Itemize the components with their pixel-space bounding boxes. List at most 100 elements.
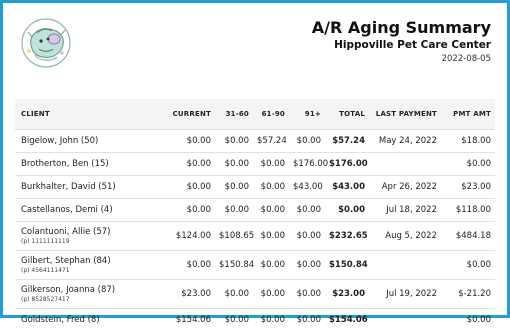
current-cell: $0.00 <box>161 199 215 222</box>
61-90-cell: $0.00 <box>253 251 289 280</box>
last-payment-cell: Aug 5, 2022 <box>369 222 441 251</box>
pmt-amt-cell: $484.18 <box>441 222 495 251</box>
91-plus-cell: $0.00 <box>289 309 325 331</box>
client-cell: Gilbert, Stephan (84)(p) 4564111471 <box>15 251 161 280</box>
total-cell: $176.00 <box>325 153 369 176</box>
column-header-current: CURRENT <box>161 99 215 130</box>
31-60-cell: $108.65 <box>215 222 253 251</box>
total-cell: $43.00 <box>325 176 369 199</box>
client-cell: Brotherton, Ben (15) <box>15 153 161 176</box>
table-row[interactable]: Gilkerson, Joanna (87)(p) 8528527417$23.… <box>15 280 495 309</box>
61-90-cell: $0.00 <box>253 222 289 251</box>
report-title: A/R Aging Summary <box>312 19 491 37</box>
91-plus-cell: $0.00 <box>289 130 325 153</box>
client-name: Brotherton, Ben (15) <box>21 159 109 169</box>
last-payment-cell: Apr 26, 2022 <box>369 176 441 199</box>
client-cell: Burkhalter, David (51) <box>15 176 161 199</box>
pmt-amt-cell: $0.00 <box>441 251 495 280</box>
client-cell: Castellanos, Demi (4) <box>15 199 161 222</box>
current-cell: $154.06 <box>161 309 215 331</box>
pmt-amt-cell: $0.00 <box>441 309 495 331</box>
client-name: Goldstein, Fred (8) <box>21 315 100 325</box>
31-60-cell: $0.00 <box>215 130 253 153</box>
report-date: 2022-08-05 <box>312 54 491 65</box>
total-cell: $57.24 <box>325 130 369 153</box>
current-cell: $124.00 <box>161 222 215 251</box>
table-row[interactable]: Goldstein, Fred (8)$154.06$0.00$0.00$0.0… <box>15 309 495 331</box>
column-header-pmt-amt: PMT AMT <box>441 99 495 130</box>
61-90-cell: $0.00 <box>253 153 289 176</box>
total-cell: $0.00 <box>325 199 369 222</box>
current-cell: $0.00 <box>161 251 215 280</box>
pmt-amt-cell: $118.00 <box>441 199 495 222</box>
91-plus-cell: $0.00 <box>289 251 325 280</box>
column-header-61-90: 61-90 <box>253 99 289 130</box>
pmt-amt-cell: $23.00 <box>441 176 495 199</box>
client-cell: Goldstein, Fred (8) <box>15 309 161 331</box>
31-60-cell: $0.00 <box>215 199 253 222</box>
total-cell: $232.65 <box>325 222 369 251</box>
column-header-91-plus: 91+ <box>289 99 325 130</box>
31-60-cell: $0.00 <box>215 280 253 309</box>
61-90-cell: $0.00 <box>253 199 289 222</box>
current-cell: $23.00 <box>161 280 215 309</box>
client-name: Bigelow, John (50) <box>21 136 98 146</box>
total-cell: $154.06 <box>325 309 369 331</box>
last-payment-cell <box>369 309 441 331</box>
91-plus-cell: $0.00 <box>289 222 325 251</box>
column-header-total: TOTAL <box>325 99 369 130</box>
pmt-amt-cell: $0.00 <box>441 153 495 176</box>
client-cell: Colantuoni, Allie (57)(p) 1111111119 <box>15 222 161 251</box>
last-payment-cell: Jul 19, 2022 <box>369 280 441 309</box>
total-cell: $23.00 <box>325 280 369 309</box>
table-row[interactable]: Bigelow, John (50)$0.00$0.00$57.24$0.00$… <box>15 130 495 153</box>
91-plus-cell: $43.00 <box>289 176 325 199</box>
61-90-cell: $0.00 <box>253 280 289 309</box>
last-payment-cell: Jul 18, 2022 <box>369 199 441 222</box>
client-phone: (p) 1111111119 <box>21 238 157 245</box>
table-row[interactable]: Brotherton, Ben (15)$0.00$0.00$0.00$176.… <box>15 153 495 176</box>
client-name: Burkhalter, David (51) <box>21 182 116 192</box>
column-header-client: CLIENT <box>15 99 161 130</box>
client-cell: Bigelow, John (50) <box>15 130 161 153</box>
current-cell: $0.00 <box>161 176 215 199</box>
client-name: Castellanos, Demi (4) <box>21 205 113 215</box>
31-60-cell: $150.84 <box>215 251 253 280</box>
client-phone: (p) 4564111471 <box>21 267 157 274</box>
61-90-cell: $0.00 <box>253 309 289 331</box>
last-payment-cell <box>369 153 441 176</box>
61-90-cell: $0.00 <box>253 176 289 199</box>
aging-table-container: CLIENT CURRENT 31-60 61-90 91+ TOTAL LAS… <box>15 99 495 331</box>
last-payment-cell: May 24, 2022 <box>369 130 441 153</box>
column-header-last-payment: LAST PAYMENT <box>369 99 441 130</box>
clinic-name: Hippoville Pet Care Center <box>312 39 491 52</box>
hippo-logo-icon <box>17 15 75 71</box>
61-90-cell: $57.24 <box>253 130 289 153</box>
table-row[interactable]: Gilbert, Stephan (84)(p) 4564111471$0.00… <box>15 251 495 280</box>
current-cell: $0.00 <box>161 153 215 176</box>
column-header-31-60: 31-60 <box>215 99 253 130</box>
last-payment-cell <box>369 251 441 280</box>
pmt-amt-cell: $-21.20 <box>441 280 495 309</box>
report-header: A/R Aging Summary Hippoville Pet Care Ce… <box>312 19 491 65</box>
aging-table: CLIENT CURRENT 31-60 61-90 91+ TOTAL LAS… <box>15 99 495 331</box>
client-name: Gilbert, Stephan (84) <box>21 256 111 266</box>
table-header-row: CLIENT CURRENT 31-60 61-90 91+ TOTAL LAS… <box>15 99 495 130</box>
report-frame: A/R Aging Summary Hippoville Pet Care Ce… <box>0 0 510 318</box>
current-cell: $0.00 <box>161 130 215 153</box>
table-row[interactable]: Burkhalter, David (51)$0.00$0.00$0.00$43… <box>15 176 495 199</box>
client-cell: Gilkerson, Joanna (87)(p) 8528527417 <box>15 280 161 309</box>
total-cell: $150.84 <box>325 251 369 280</box>
client-phone: (p) 8528527417 <box>21 296 157 303</box>
91-plus-cell: $176.00 <box>289 153 325 176</box>
31-60-cell: $0.00 <box>215 153 253 176</box>
client-name: Colantuoni, Allie (57) <box>21 227 110 237</box>
client-name: Gilkerson, Joanna (87) <box>21 285 115 295</box>
31-60-cell: $0.00 <box>215 309 253 331</box>
table-row[interactable]: Colantuoni, Allie (57)(p) 1111111119$124… <box>15 222 495 251</box>
91-plus-cell: $0.00 <box>289 280 325 309</box>
31-60-cell: $0.00 <box>215 176 253 199</box>
91-plus-cell: $0.00 <box>289 199 325 222</box>
table-row[interactable]: Castellanos, Demi (4)$0.00$0.00$0.00$0.0… <box>15 199 495 222</box>
pmt-amt-cell: $18.00 <box>441 130 495 153</box>
